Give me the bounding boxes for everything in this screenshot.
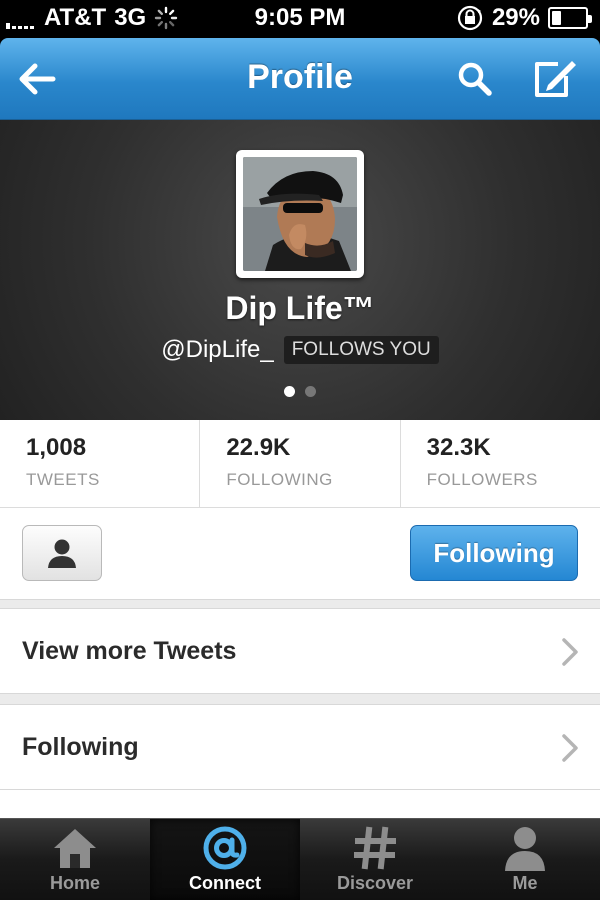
page-dot-2[interactable] — [305, 386, 316, 397]
rotation-lock-icon — [457, 5, 483, 31]
battery-icon — [548, 7, 592, 29]
stat-following[interactable]: 22.9K FOLLOWING — [200, 420, 401, 507]
profile-name: Dip Life™ — [225, 290, 375, 326]
battery-percent: 29% — [491, 4, 540, 31]
list-continuation — [0, 790, 600, 818]
status-bar: AT&T 3G 9:05 PM 29% — [0, 0, 600, 38]
navigation-bar: Profile — [0, 38, 600, 120]
list-item-following[interactable]: Following — [0, 704, 600, 790]
tab-label: Connect — [189, 873, 261, 893]
profile-handle: @DipLife_ — [161, 336, 274, 363]
search-button[interactable] — [450, 54, 500, 104]
hash-icon — [354, 826, 396, 870]
stat-label: FOLLOWING — [226, 470, 333, 489]
following-button[interactable]: Following — [410, 525, 578, 581]
stat-value: 32.3K — [426, 434, 491, 461]
battery-level-fill — [552, 11, 562, 25]
list-item-label: Following — [22, 733, 139, 761]
avatar-photo — [243, 157, 357, 271]
chevron-right-icon — [562, 638, 578, 666]
stat-tweets[interactable]: 1,008 TWEETS — [0, 420, 201, 507]
stat-label: TWEETS — [26, 470, 100, 489]
at-icon — [203, 826, 247, 870]
stat-followers[interactable]: 32.3K FOLLOWERS — [401, 420, 600, 507]
section-divider — [0, 600, 600, 608]
list-item-view-more-tweets[interactable]: View more Tweets — [0, 608, 600, 694]
stat-value: 22.9K — [226, 434, 291, 461]
tab-connect[interactable]: Connect — [150, 819, 300, 900]
tab-label: Me — [512, 873, 538, 893]
follows-you-badge: FOLLOWS YOU — [283, 336, 439, 364]
user-actions-button[interactable] — [22, 525, 102, 581]
page-dot-1[interactable] — [284, 386, 295, 397]
page-indicator[interactable] — [0, 386, 600, 397]
profile-actions: Following — [0, 508, 600, 600]
tab-bar: Home Connect Discover Me — [0, 818, 600, 900]
person-icon — [48, 539, 76, 568]
tab-discover[interactable]: Discover — [300, 819, 450, 900]
compose-button[interactable] — [530, 54, 580, 104]
profile-stats: 1,008 TWEETS 22.9K FOLLOWING 32.3K FOLLO… — [0, 420, 600, 508]
chevron-right-icon — [562, 734, 578, 762]
profile-header: Dip Life™ @DipLife_ FOLLOWS YOU — [0, 120, 600, 420]
stat-label: FOLLOWERS — [426, 470, 538, 489]
person-icon — [505, 827, 545, 871]
avatar[interactable] — [236, 150, 364, 278]
handle-row: @DipLife_ FOLLOWS YOU — [0, 336, 600, 364]
search-icon — [458, 62, 492, 96]
tab-me[interactable]: Me — [450, 819, 600, 900]
stat-value: 1,008 — [26, 434, 87, 461]
page-title: Profile — [247, 58, 353, 96]
tab-label: Discover — [336, 873, 414, 893]
tab-label: Home — [49, 873, 100, 893]
section-divider — [0, 694, 600, 704]
home-icon — [54, 829, 96, 868]
tab-home[interactable]: Home — [0, 819, 150, 900]
compose-icon — [535, 61, 576, 97]
list-item-label: View more Tweets — [22, 637, 237, 665]
